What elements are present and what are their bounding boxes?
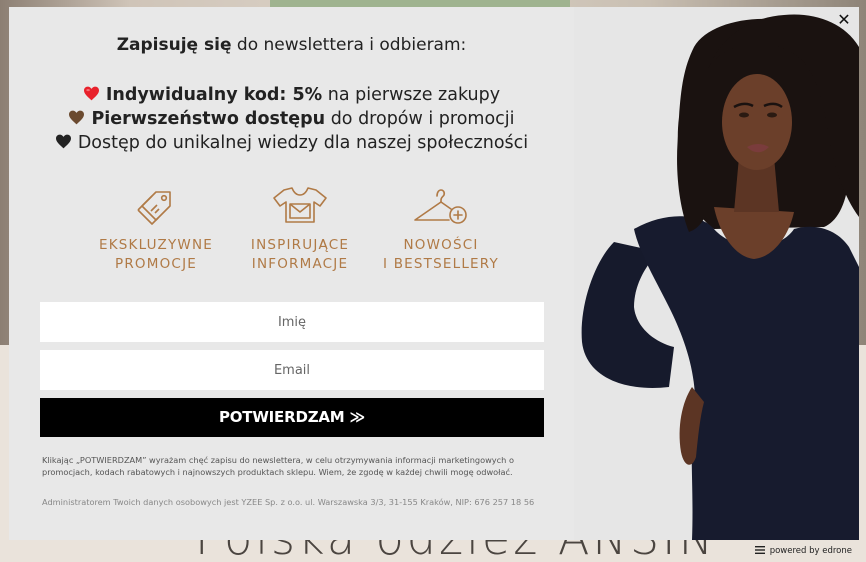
brown-heart-icon: [69, 110, 85, 125]
name-field[interactable]: [40, 302, 544, 342]
menu-icon: [754, 546, 765, 554]
powered-by-label: powered by edrone: [769, 546, 852, 556]
edrone-badge[interactable]: powered by edrone: [754, 544, 852, 558]
red-heart-icon: [83, 86, 99, 101]
popup-form-panel: Zapisuję się do newslettera i odbieram: …: [9, 7, 574, 540]
headline-rest: do newslettera i odbieram:: [231, 35, 467, 55]
feature-new-arrivals: NOWOŚCI I BESTSELLERY: [366, 184, 516, 274]
feature-information: INSPIRUJĄCE INFORMACJE: [225, 184, 375, 274]
feature-label: NOWOŚCI I BESTSELLERY: [366, 236, 516, 274]
popup-headline: Zapisuję się do newslettera i odbieram:: [9, 35, 574, 55]
feature-label-line: EKSKLUZYWNE: [99, 237, 213, 253]
feature-label-line: I BESTSELLERY: [383, 256, 499, 272]
model-photo-image: [574, 7, 859, 540]
price-tags-icon: [137, 191, 171, 225]
benefit-bold: Pierwszeństwo dostępu: [91, 109, 326, 129]
feature-promotions: EKSKLUZYWNE PROMOCJE: [81, 184, 231, 274]
benefit-item: Indywidualny kod: 5% na pierwsze zakupy: [9, 83, 574, 107]
benefit-text: Dostęp do unikalnej wiedzy dla naszej sp…: [77, 133, 529, 153]
admin-text: Administratorem Twoich danych osobowych …: [42, 497, 535, 507]
benefit-item: Dostęp do unikalnej wiedzy dla naszej sp…: [9, 131, 574, 155]
benefit-text: do dropów i promocji: [325, 109, 515, 129]
features-row: EKSKLUZYWNE PROMOCJE INSPIRUJĄCE INFORMA…: [87, 184, 507, 284]
feature-label-line: INSPIRUJĄCE: [250, 237, 350, 253]
benefit-item: Pierwszeństwo dostępu do dropów i promoc…: [9, 107, 574, 131]
benefits-list: Indywidualny kod: 5% na pierwsze zakupy …: [9, 83, 574, 155]
feature-label: INSPIRUJĄCE INFORMACJE: [225, 236, 375, 274]
black-heart-icon: [55, 134, 71, 149]
newsletter-popup: ✕ Zapisuję się do newslettera i odbieram…: [9, 7, 859, 540]
headline-bold: Zapisuję się: [116, 35, 232, 55]
tshirt-envelope-icon: [273, 187, 327, 223]
email-field[interactable]: [40, 350, 544, 390]
model-photo: [574, 7, 859, 540]
confirm-button[interactable]: POTWIERDZAM ≫: [40, 398, 544, 437]
close-button[interactable]: ✕: [835, 11, 853, 29]
consent-text: Klikając „POTWIERDZAM” wyrażam chęć zapi…: [42, 455, 514, 477]
benefit-bold: Indywidualny kod: 5%: [105, 85, 323, 105]
benefit-text: na pierwsze zakupy: [322, 85, 501, 105]
feature-label: EKSKLUZYWNE PROMOCJE: [81, 236, 231, 274]
feature-label-line: INFORMACJE: [251, 256, 349, 272]
feature-label-line: PROMOCJE: [115, 256, 197, 272]
hanger-plus-icon: [414, 189, 467, 224]
feature-label-line: NOWOŚCI: [403, 237, 479, 253]
